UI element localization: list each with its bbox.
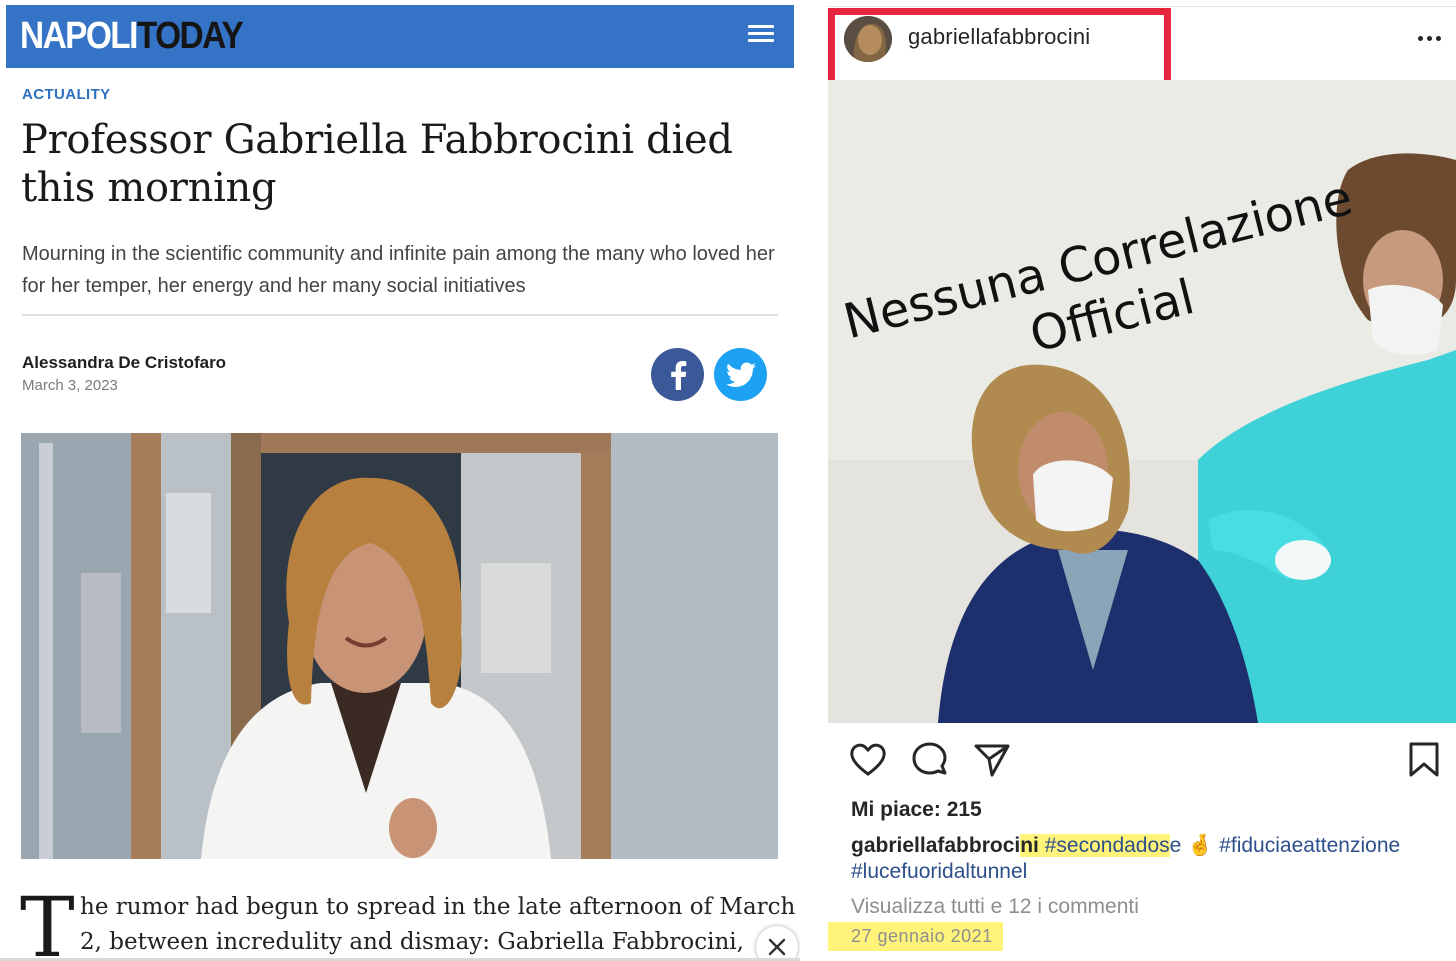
logo-part-napoli: NAPOLI — [20, 15, 138, 57]
article-headline: Professor Gabriella Fabbrocini died this… — [21, 117, 733, 211]
facebook-share-button[interactable] — [651, 348, 704, 401]
caption-username[interactable]: gabriellafabbrocini — [851, 834, 1039, 857]
close-ad-button[interactable] — [756, 926, 798, 961]
post-header: gabriellafabbrocini — [828, 0, 1456, 97]
instagram-post-panel: gabriellafabbrocini Nessuna Correlazione… — [828, 0, 1456, 961]
news-article-panel: NAPOLITODAY ACTUALITY Professor Gabriell… — [0, 0, 800, 961]
site-header: NAPOLITODAY — [6, 5, 794, 68]
caption-username-part-1: gabriellafabbroci — [851, 834, 1021, 857]
article-author[interactable]: Alessandra De Cristofaro — [22, 353, 226, 373]
post-date: 27 gennaio 2021 — [828, 922, 1003, 951]
hashtag-secondadose-end[interactable]: e — [1170, 834, 1182, 857]
twitter-icon — [725, 362, 756, 387]
post-image: Nessuna Correlazione Official — [828, 80, 1456, 723]
article-standfirst: Mourning in the scientific community and… — [22, 243, 775, 297]
more-icon[interactable] — [1418, 28, 1448, 48]
menu-icon[interactable] — [748, 23, 776, 45]
article-body-line-1: he rumor had begun to spread in the late… — [80, 894, 796, 920]
hashtag-secondadose[interactable]: #secondados — [1044, 834, 1170, 857]
facebook-icon — [670, 360, 686, 390]
crossed-fingers-emoji: 🤞 — [1187, 834, 1214, 857]
vaccination-photo-illustration — [828, 80, 1456, 723]
share-button[interactable] — [972, 740, 1012, 780]
article-photo — [21, 433, 778, 859]
twitter-share-button[interactable] — [714, 348, 767, 401]
comment-icon — [912, 742, 947, 775]
logo-part-today: TODAY — [136, 15, 244, 57]
article-category[interactable]: ACTUALITY — [22, 86, 111, 103]
bookmark-button[interactable] — [1404, 740, 1444, 780]
view-comments-link[interactable]: Visualizza tutti e 12 i commenti — [851, 895, 1139, 919]
article-date: March 3, 2023 — [22, 377, 118, 394]
hashtag-lucefuoridaltunnel[interactable]: #lucefuoridaltunnel — [851, 860, 1027, 883]
caption-username-part-2: ni — [1020, 834, 1039, 857]
comment-button[interactable] — [910, 740, 950, 780]
share-icon — [974, 744, 1010, 777]
bookmark-icon — [1409, 742, 1439, 777]
close-icon — [768, 938, 786, 956]
heart-icon — [850, 743, 886, 776]
article-dropcap: T — [20, 881, 75, 961]
like-button[interactable] — [848, 740, 888, 780]
portrait-photo-illustration — [21, 433, 778, 859]
hashtag-fiduciaeattenzione[interactable]: #fiduciaeattenzione — [1219, 834, 1400, 857]
divider — [22, 314, 778, 316]
site-logo[interactable]: NAPOLITODAY — [20, 11, 244, 61]
header-divider — [828, 6, 1456, 7]
likes-count[interactable]: Mi piace: 215 — [851, 798, 982, 822]
article-body-line-2: 2, between incredulity and dismay: Gabri… — [80, 929, 744, 955]
post-caption: gabriellafabbrocini #secondadose 🤞 #fidu… — [851, 833, 1451, 885]
